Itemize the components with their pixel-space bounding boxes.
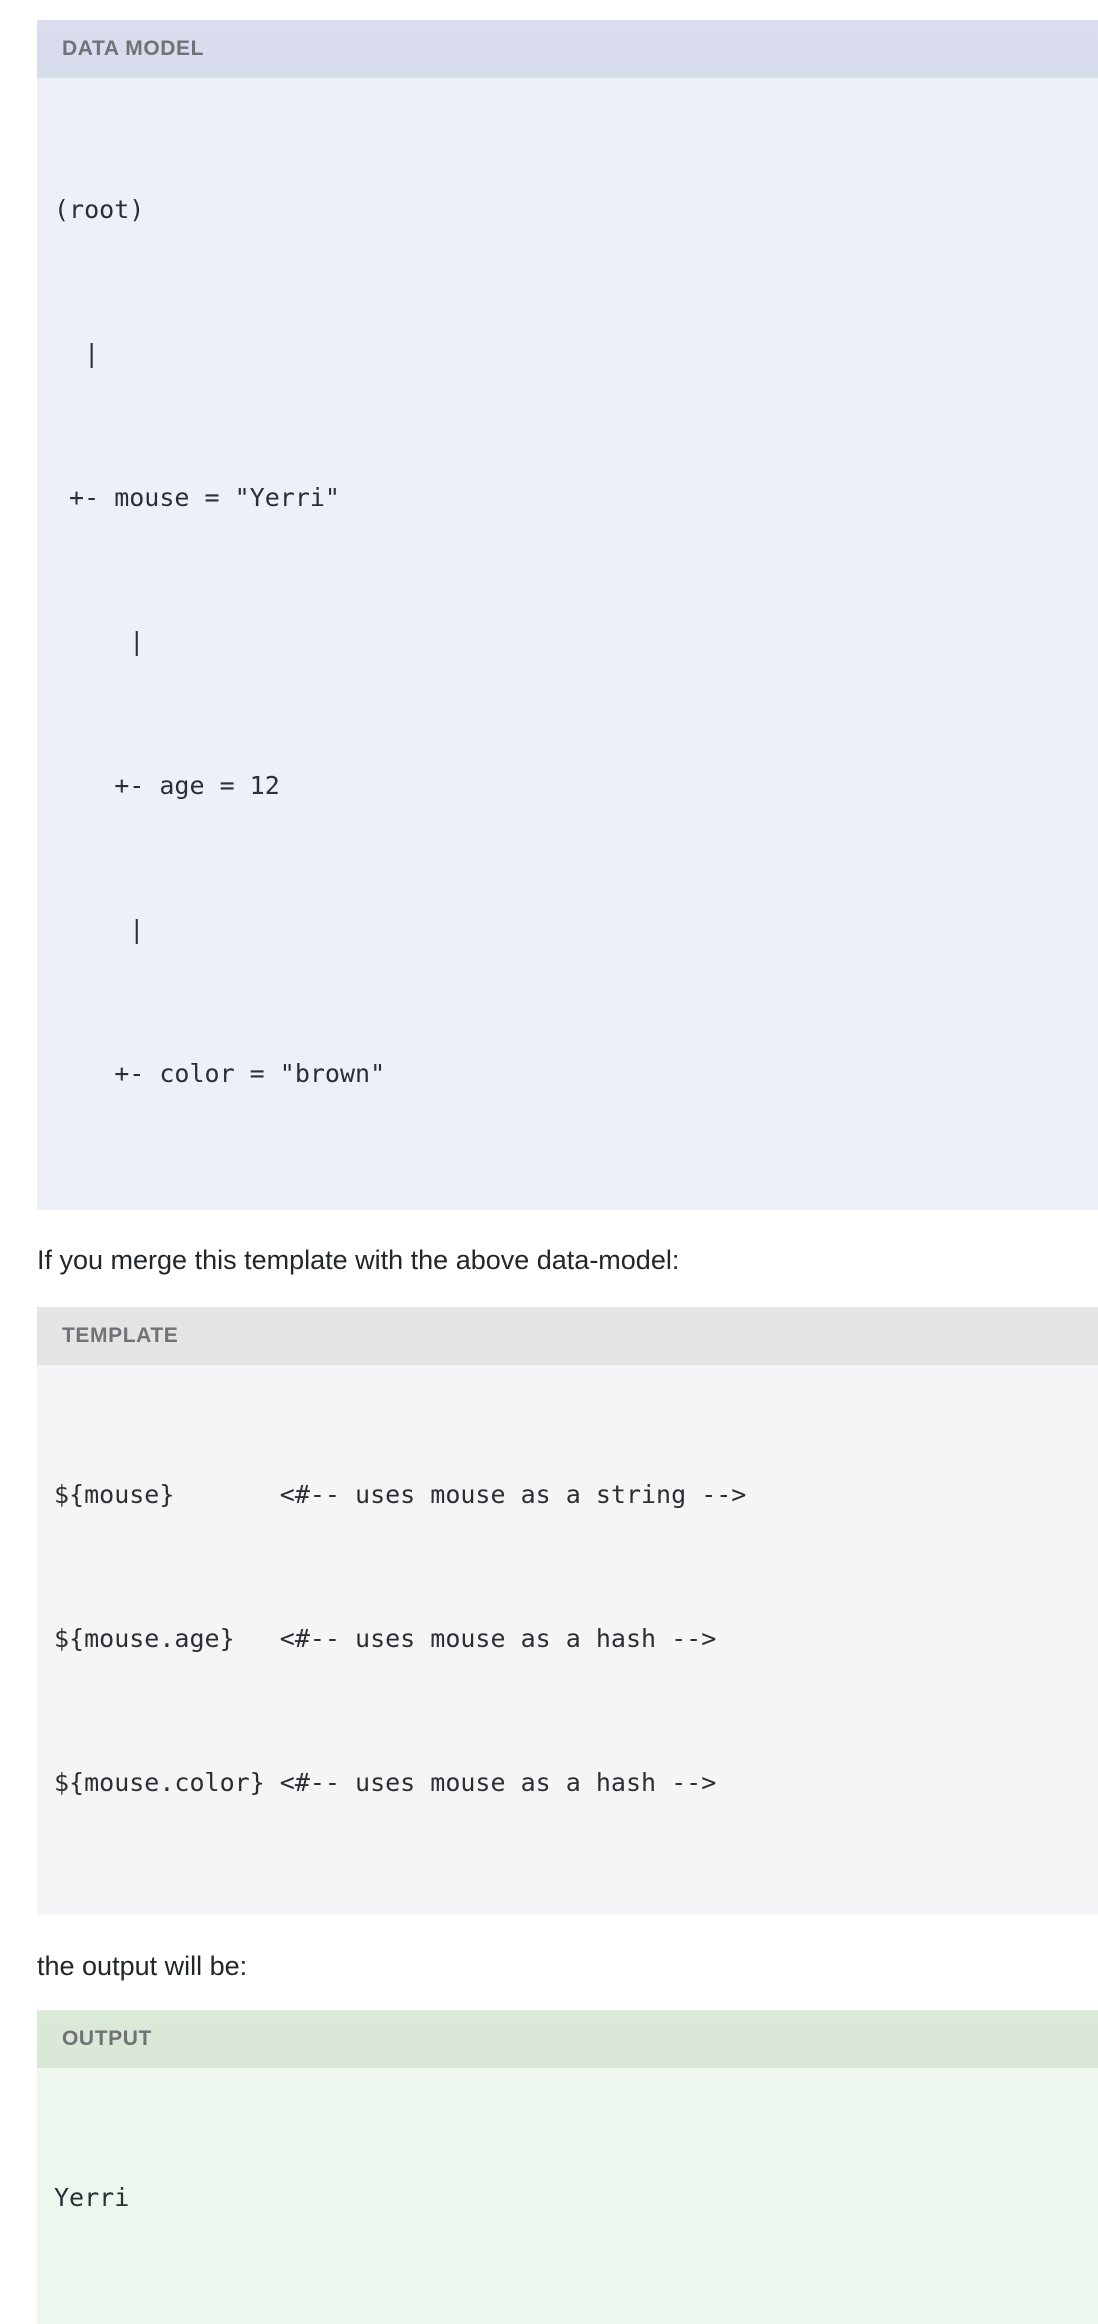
template-header-label: TEMPLATE bbox=[62, 1324, 179, 1347]
output-intro-paragraph: the output will be: bbox=[37, 1951, 248, 1981]
code-line: +- color = "brown" bbox=[54, 1059, 386, 1088]
code-line: +- mouse = "Yerri" bbox=[54, 483, 340, 512]
code-line: ${mouse.age} <#-- uses mouse as a hash -… bbox=[54, 1624, 717, 1653]
code-line: | bbox=[54, 915, 145, 944]
output-header-label: OUTPUT bbox=[62, 2027, 152, 2050]
code-line: ${mouse.color} <#-- uses mouse as a hash… bbox=[54, 1768, 717, 1797]
code-line: 12 bbox=[54, 2318, 1098, 2324]
code-line: ${mouse} <#-- uses mouse as a string --> bbox=[54, 1480, 747, 1509]
template-block-header: TEMPLATE bbox=[37, 1307, 1098, 1365]
output-block-header: OUTPUT bbox=[37, 2010, 1098, 2068]
data-model-header-label: DATA MODEL bbox=[62, 37, 205, 60]
output-block-body: Yerri 12 brown bbox=[37, 2068, 1098, 2324]
merge-intro-paragraph: If you merge this template with the abov… bbox=[37, 1245, 680, 1275]
code-line: Yerri bbox=[54, 2183, 130, 2212]
code-line: (root) bbox=[54, 195, 145, 224]
code-line: | bbox=[54, 339, 100, 368]
code-line: | bbox=[54, 627, 145, 656]
documentation-page: DATA MODEL (root) | +- mouse = "Yerri" |… bbox=[0, 0, 1098, 2324]
data-model-code-block: DATA MODEL (root) | +- mouse = "Yerri" |… bbox=[37, 20, 1098, 1210]
data-model-block-body: (root) | +- mouse = "Yerri" | +- age = 1… bbox=[37, 78, 1098, 1210]
template-code-block: TEMPLATE ${mouse} <#-- uses mouse as a s… bbox=[37, 1307, 1098, 1915]
code-line: +- age = 12 bbox=[54, 771, 280, 800]
output-code-block: OUTPUT Yerri 12 brown bbox=[37, 2010, 1098, 2324]
template-block-body: ${mouse} <#-- uses mouse as a string -->… bbox=[37, 1365, 1098, 1915]
data-model-block-header: DATA MODEL bbox=[37, 20, 1098, 78]
